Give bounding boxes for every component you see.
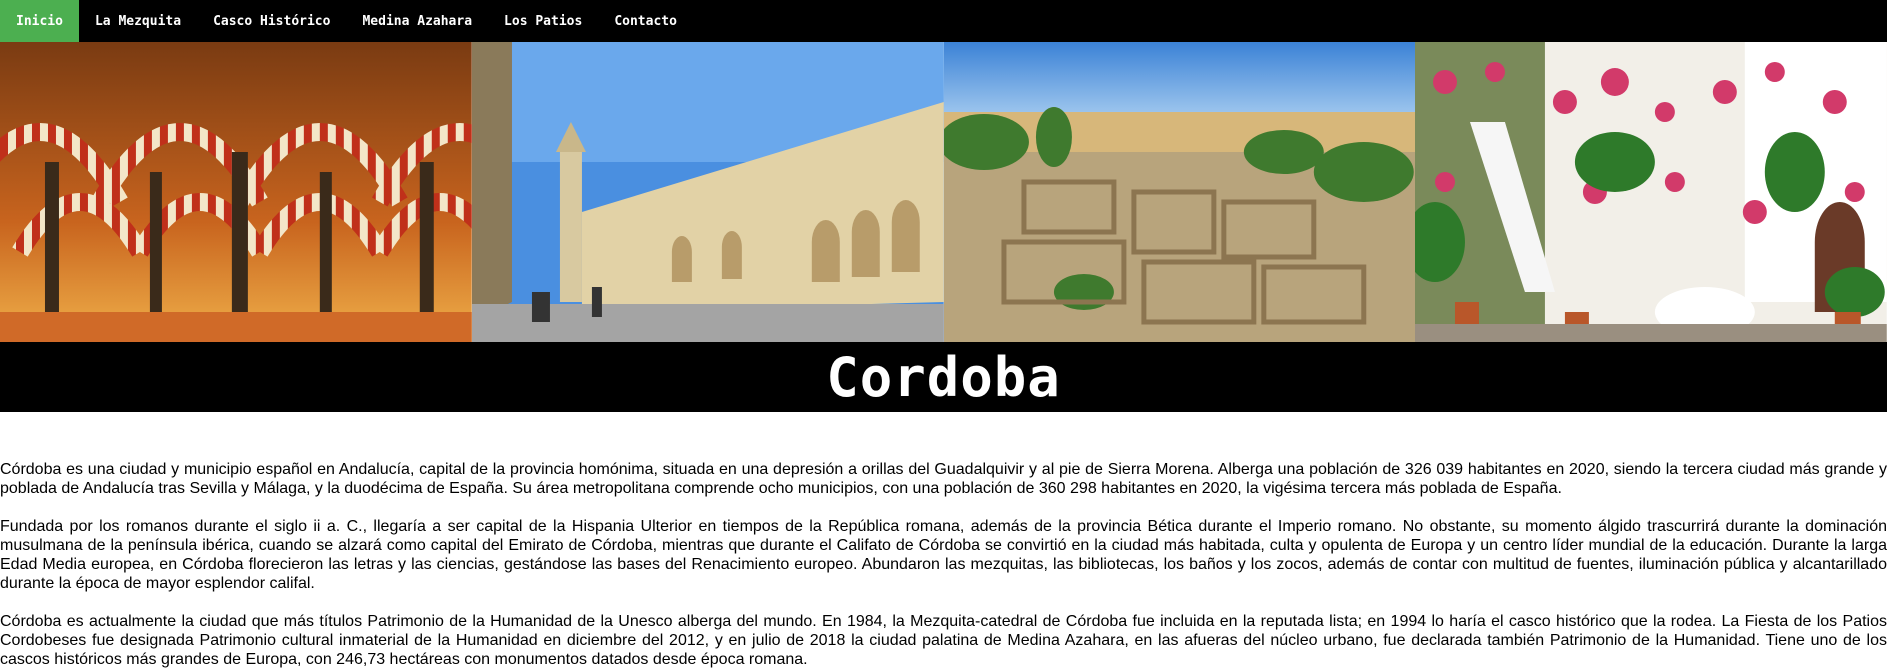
- top-navigation: Inicio La Mezquita Casco Histórico Medin…: [0, 0, 1887, 42]
- nav-item-inicio[interactable]: Inicio: [0, 0, 79, 42]
- patio-flowers-image: [1415, 42, 1887, 342]
- page-title: Cordoba: [826, 345, 1061, 409]
- paragraph-3: Córdoba es actualmente la ciudad que más…: [0, 613, 1887, 668]
- hero-image-strip: [0, 42, 1887, 342]
- medina-azahara-ruins-image: [943, 42, 1416, 342]
- paragraph-2: Fundada por los romanos durante el siglo…: [0, 518, 1887, 592]
- main-content: Córdoba es una ciudad y municipio españo…: [0, 412, 1887, 669]
- nav-item-los-patios[interactable]: Los Patios: [488, 0, 598, 42]
- nav-item-medina-azahara[interactable]: Medina Azahara: [346, 0, 488, 42]
- mezquita-exterior-wall-image: [471, 42, 944, 342]
- nav-item-la-mezquita[interactable]: La Mezquita: [79, 0, 197, 42]
- nav-item-casco-historico[interactable]: Casco Histórico: [197, 0, 346, 42]
- paragraph-1: Córdoba es una ciudad y municipio españo…: [0, 461, 1887, 497]
- page-title-bar: Cordoba: [0, 342, 1887, 412]
- mezquita-arches-image: [0, 42, 472, 342]
- nav-item-contacto[interactable]: Contacto: [598, 0, 693, 42]
